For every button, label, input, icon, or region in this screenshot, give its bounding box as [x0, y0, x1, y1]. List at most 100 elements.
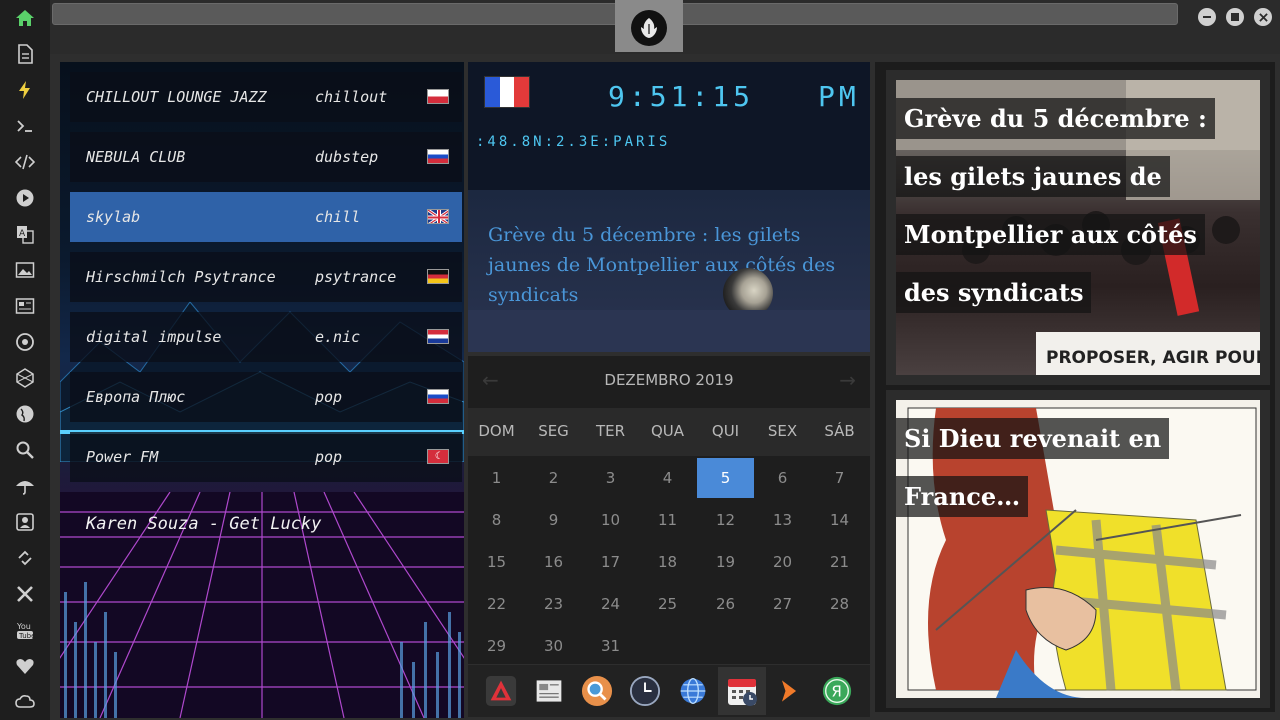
clock-icon[interactable] — [628, 674, 662, 708]
calendar-day[interactable]: 21 — [811, 542, 868, 582]
station-name: CHILLOUT LOUNGE JAZZ — [86, 88, 267, 106]
youtube-icon[interactable]: You Tube — [13, 618, 37, 642]
document-icon[interactable] — [13, 42, 37, 66]
calendar-day[interactable]: 13 — [754, 500, 811, 540]
close-button[interactable] — [1254, 8, 1272, 26]
calendar-day[interactable]: 31 — [582, 626, 639, 666]
weekday-label: DOM — [478, 422, 515, 440]
calendar-day[interactable]: 9 — [525, 500, 582, 540]
croatia-flag-icon — [427, 329, 449, 344]
play-icon[interactable] — [13, 186, 37, 210]
calendar-day[interactable]: 26 — [697, 584, 754, 624]
weekday-label: SEX — [767, 422, 798, 440]
station-row[interactable]: Европа Плюс pop — [70, 372, 462, 422]
calendar-day[interactable]: 7 — [811, 458, 868, 498]
calendar-day[interactable]: 12 — [697, 500, 754, 540]
clock-ampm: PM — [818, 80, 860, 113]
calendar-day[interactable]: 2 — [525, 458, 582, 498]
arrow-icon[interactable] — [772, 674, 806, 708]
station-genre: pop — [315, 448, 343, 466]
calendar-day[interactable]: 14 — [811, 500, 868, 540]
calendar-day[interactable]: 10 — [582, 500, 639, 540]
station-name: digital impulse — [86, 328, 222, 346]
station-genre: dubstep — [315, 148, 379, 166]
russia-flag-icon — [427, 149, 449, 164]
image-icon[interactable] — [13, 258, 37, 282]
calendar-day[interactable]: 20 — [754, 542, 811, 582]
station-row[interactable]: digital impulse e.nic — [70, 312, 462, 362]
yandex-icon[interactable]: Я — [820, 674, 854, 708]
calendar-day-today[interactable]: 5 — [697, 458, 754, 498]
settings-icon[interactable] — [13, 330, 37, 354]
uk-flag-icon — [427, 209, 449, 224]
link-icon[interactable] — [13, 546, 37, 570]
calendar-day[interactable]: 17 — [582, 542, 639, 582]
calendar-day[interactable]: 8 — [468, 500, 525, 540]
station-row[interactable]: NEBULA CLUB dubstep — [70, 132, 462, 182]
maximize-button[interactable] — [1226, 8, 1244, 26]
station-row[interactable]: CHILLOUT LOUNGE JAZZ chillout — [70, 72, 462, 122]
rebel-logo-icon — [631, 10, 667, 46]
minimize-button[interactable] — [1198, 8, 1216, 26]
station-row[interactable]: Hirschmilch Psytrance psytrance — [70, 252, 462, 302]
station-genre: chillout — [315, 88, 388, 106]
calendar-day[interactable]: 29 — [468, 626, 525, 666]
weekday-label: SÁB — [824, 422, 855, 440]
clock-headline[interactable]: Grève du 5 décembre : les gilets jaunes … — [488, 220, 858, 310]
news-title-line: des syndicats — [896, 272, 1092, 313]
network-icon[interactable] — [13, 366, 37, 390]
calendar-day[interactable]: 23 — [525, 584, 582, 624]
calendar-day[interactable]: 11 — [639, 500, 696, 540]
calendar-day[interactable]: 19 — [697, 542, 754, 582]
calendar-day[interactable]: 3 — [582, 458, 639, 498]
station-row-active[interactable]: skylab chill — [70, 192, 462, 242]
calendar-day[interactable]: 6 — [754, 458, 811, 498]
calendar-day[interactable]: 4 — [639, 458, 696, 498]
globe-icon[interactable] — [676, 674, 710, 708]
calendar-day[interactable]: 1 — [468, 458, 525, 498]
station-genre: psytrance — [315, 268, 397, 286]
news-title-line: Grève du 5 décembre : — [896, 98, 1215, 139]
previous-month-icon[interactable]: ← — [482, 368, 499, 392]
calendar-day[interactable]: 25 — [639, 584, 696, 624]
calendar-day[interactable]: 24 — [582, 584, 639, 624]
bolt-icon[interactable] — [13, 78, 37, 102]
next-month-icon[interactable]: → — [839, 368, 856, 392]
calendar-day[interactable]: 16 — [525, 542, 582, 582]
search-icon[interactable] — [13, 438, 37, 462]
newspaper-icon[interactable] — [13, 294, 37, 318]
code-icon[interactable] — [13, 150, 37, 174]
calendar-header: DEZEMBRO 2019 — [468, 356, 870, 404]
app-launcher-icon[interactable] — [484, 674, 518, 708]
search-icon[interactable] — [580, 674, 614, 708]
globe-icon[interactable] — [13, 402, 37, 426]
station-name: NEBULA CLUB — [86, 148, 186, 166]
terminal-icon[interactable] — [13, 114, 37, 138]
news-icon[interactable] — [532, 674, 566, 708]
calendar-weekdays: DOM SEG TER QUA QUI SEX SÁB — [468, 408, 870, 456]
calendar-widget: DEZEMBRO 2019 ← → DOM SEG TER QUA QUI SE… — [468, 356, 870, 664]
svg-text:You: You — [16, 622, 31, 631]
calendar-day[interactable]: 30 — [525, 626, 582, 666]
svg-text:Я: Я — [831, 683, 841, 701]
translate-icon[interactable]: A — [13, 222, 37, 246]
news-card[interactable]: PROPOSER, AGIR POUR LE P Grève du 5 déce… — [886, 70, 1270, 385]
contact-icon[interactable] — [13, 510, 37, 534]
calendar-icon[interactable] — [718, 667, 766, 715]
calendar-day[interactable]: 28 — [811, 584, 868, 624]
calendar-day[interactable]: 22 — [468, 584, 525, 624]
news-card[interactable]: Si Dieu revenait en France… — [886, 390, 1270, 708]
news-title-line: les gilets jaunes de — [896, 156, 1170, 197]
cloud-icon[interactable] — [13, 690, 37, 714]
heart-icon[interactable] — [13, 654, 37, 678]
tools-icon[interactable] — [13, 582, 37, 606]
calendar-month-label: DEZEMBRO 2019 — [604, 371, 734, 389]
station-row[interactable]: Power FM pop ☾ — [70, 432, 462, 482]
left-icon-rail: A You Tube — [0, 0, 50, 720]
calendar-day[interactable]: 18 — [639, 542, 696, 582]
calendar-day[interactable]: 27 — [754, 584, 811, 624]
home-icon[interactable] — [13, 6, 37, 30]
calendar-day[interactable]: 15 — [468, 542, 525, 582]
svg-text:A: A — [19, 229, 26, 239]
umbrella-icon[interactable] — [13, 474, 37, 498]
